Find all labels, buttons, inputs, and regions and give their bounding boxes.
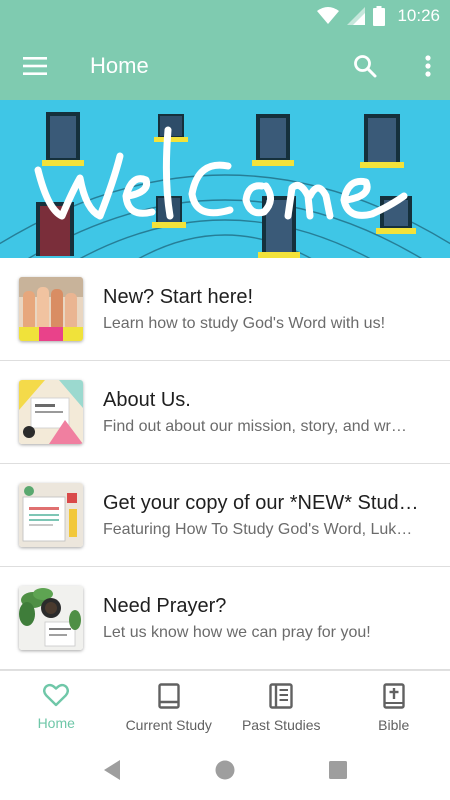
new-study-thumbnail xyxy=(19,483,83,547)
list-item-subtitle: Find out about our mission, story, and w… xyxy=(103,418,407,435)
list-item-subtitle: Learn how to study God's Word with us! xyxy=(103,315,386,332)
nav-past-studies[interactable]: Past Studies xyxy=(225,671,338,740)
status-icons: 10:26 xyxy=(317,0,440,32)
start-here-thumbnail xyxy=(19,277,83,341)
more-options-button[interactable] xyxy=(416,46,440,86)
heart-icon xyxy=(43,683,70,707)
menu-button[interactable] xyxy=(14,46,56,86)
status-bar: 10:26 xyxy=(0,0,450,32)
list-item-need-prayer[interactable]: Need Prayer? Let us know how we can pray… xyxy=(0,567,450,670)
recents-icon xyxy=(329,761,347,779)
back-icon xyxy=(104,760,120,780)
list-item-subtitle: Featuring How To Study God's Word, Luk… xyxy=(103,521,413,538)
list-item-subtitle: Let us know how we can pray for you! xyxy=(103,624,371,641)
nav-current-study[interactable]: Current Study xyxy=(113,671,226,740)
home-list: New? Start here! Learn how to study God'… xyxy=(0,258,450,670)
battery-icon xyxy=(373,6,386,26)
system-navigation xyxy=(0,740,450,800)
nav-label: Past Studies xyxy=(241,717,321,733)
books-icon xyxy=(269,683,293,709)
wifi-icon xyxy=(317,7,340,24)
nav-label: Bible xyxy=(378,717,410,733)
banner-image xyxy=(0,100,450,258)
welcome-banner[interactable] xyxy=(0,100,450,258)
home-circle-icon xyxy=(215,760,235,780)
list-item-title: Need Prayer? xyxy=(103,595,227,617)
list-item-new-study[interactable]: Get your copy of our *NEW* Stud… Featuri… xyxy=(0,464,450,567)
bible-icon xyxy=(383,683,405,709)
signal-icon xyxy=(347,7,366,25)
list-item-title: New? Start here! xyxy=(103,286,254,308)
list-item-title: About Us. xyxy=(103,389,191,411)
page-title: Home xyxy=(90,53,149,78)
about-us-thumbnail xyxy=(19,380,83,444)
nav-label: Current Study xyxy=(125,717,212,733)
book-icon xyxy=(158,683,180,709)
back-button[interactable] xyxy=(100,758,124,782)
bottom-navigation: Home Current Study Past Studies Bible xyxy=(0,670,450,740)
menu-icon xyxy=(23,57,47,75)
search-icon xyxy=(354,55,377,78)
list-item-start-here[interactable]: New? Start here! Learn how to study God'… xyxy=(0,258,450,361)
nav-label: Home xyxy=(37,715,75,731)
nav-home[interactable]: Home xyxy=(0,671,113,740)
list-item-title: Get your copy of our *NEW* Stud… xyxy=(103,492,419,514)
status-time: 10:26 xyxy=(397,6,440,25)
need-prayer-thumbnail xyxy=(19,586,83,650)
search-button[interactable] xyxy=(344,46,386,86)
home-button[interactable] xyxy=(213,758,237,782)
app-bar: Home xyxy=(0,32,450,100)
list-item-about-us[interactable]: About Us. Find out about our mission, st… xyxy=(0,361,450,464)
recents-button[interactable] xyxy=(326,758,350,782)
more-vert-icon xyxy=(425,55,431,77)
nav-bible[interactable]: Bible xyxy=(338,671,450,740)
